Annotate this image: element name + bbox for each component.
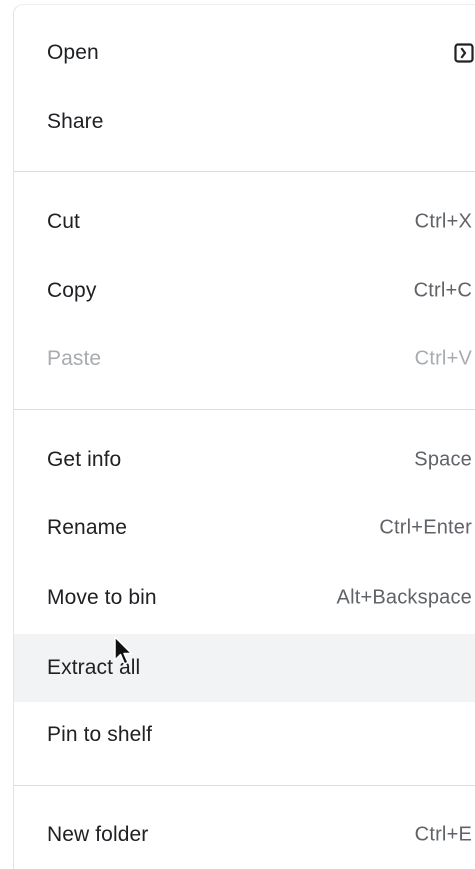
menu-item-pin-to-shelf[interactable]: Pin to shelf	[14, 701, 475, 769]
menu-item-label: Copy	[47, 279, 97, 302]
menu-item-label: Pin to shelf	[47, 723, 153, 746]
menu-item-shortcut: Space	[414, 448, 472, 471]
menu-item-label: Share	[47, 110, 104, 133]
menu-item-move-to-bin[interactable]: Move to bin Alt+Backspace	[14, 564, 475, 632]
menu-item-label: New folder	[47, 823, 149, 846]
menu-item-label: Get info	[47, 448, 122, 471]
menu-item-shortcut: Ctrl+Enter	[379, 516, 472, 539]
menu-separator	[14, 409, 475, 410]
menu-item-label: Cut	[47, 210, 80, 233]
menu-item-label: Move to bin	[47, 586, 157, 609]
menu-item-label: Paste	[47, 347, 102, 370]
menu-item-shortcut: Ctrl+C	[413, 279, 472, 302]
menu-item-rename[interactable]: Rename Ctrl+Enter	[14, 494, 475, 562]
open-with-icon	[454, 43, 474, 63]
menu-item-share[interactable]: Share	[14, 88, 475, 156]
menu-separator	[14, 785, 475, 786]
menu-item-shortcut: Alt+Backspace	[336, 586, 472, 609]
menu-separator	[14, 171, 475, 172]
menu-item-new-folder[interactable]: New folder Ctrl+E	[14, 801, 475, 869]
menu-item-shortcut: Ctrl+V	[414, 347, 472, 370]
menu-item-open[interactable]: Open	[14, 19, 475, 87]
menu-item-shortcut: Ctrl+X	[414, 210, 472, 233]
mouse-cursor-icon	[114, 636, 133, 665]
menu-item-label: Rename	[47, 516, 127, 539]
menu-item-cut[interactable]: Cut Ctrl+X	[14, 188, 475, 256]
menu-item-shortcut: Ctrl+E	[414, 823, 472, 846]
menu-item-extract-all[interactable]: Extract all	[14, 634, 475, 702]
menu-item-paste: Paste Ctrl+V	[14, 325, 475, 393]
menu-item-label: Open	[47, 41, 99, 64]
context-menu: Open Share Cut Ctrl+X Copy Ctrl+C Paste …	[13, 4, 475, 869]
menu-item-copy[interactable]: Copy Ctrl+C	[14, 257, 475, 325]
menu-item-get-info[interactable]: Get info Space	[14, 426, 475, 494]
